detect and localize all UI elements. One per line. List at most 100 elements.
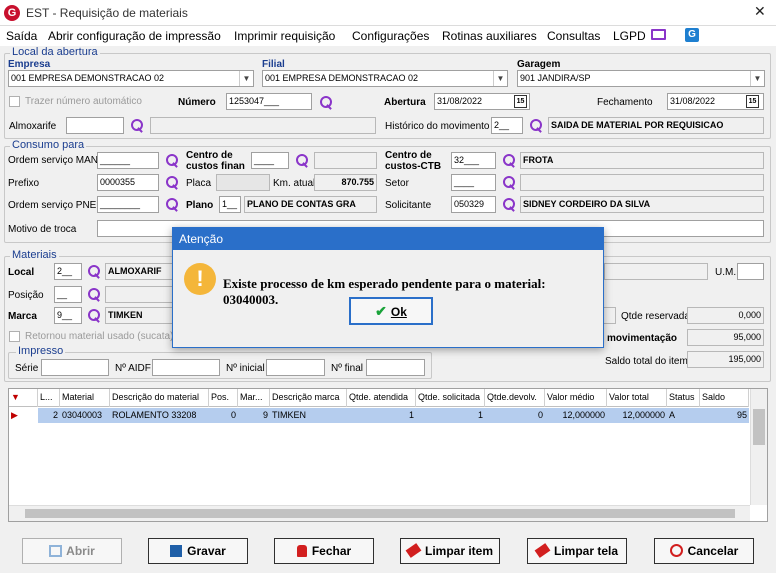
posicao-field[interactable]: __ [54,286,82,303]
os-man-field[interactable]: ______ [97,152,159,169]
numero-label: Número [178,97,216,108]
col-header[interactable]: Saldo [700,389,749,407]
vertical-scrollbar[interactable] [750,389,767,505]
col-header[interactable]: Qtde. solicitada [416,389,485,407]
inicial-field[interactable] [266,359,325,376]
almoxarife-desc [150,117,376,134]
col-header[interactable]: Descrição do material [110,389,209,407]
plano-code[interactable]: 1__ [219,196,241,213]
table-row[interactable]: ▶ 2 03040003 ROLAMENTO 33208 0 9 TIMKEN … [9,408,749,423]
setor-field[interactable]: ____ [451,174,496,191]
help-icon[interactable]: G [685,28,699,42]
title-bar: G EST - Requisição de materiais ✕ [0,0,776,26]
os-pne-label: Ordem serviço PNE [8,200,97,211]
abrir-button[interactable]: Abrir [22,538,122,564]
local-abertura-label: Local da abertura [10,46,100,58]
cc-ctb-field[interactable]: 32___ [451,152,496,169]
final-field[interactable] [366,359,425,376]
os-man-label: Ordem serviço MAN [8,155,99,166]
abertura-label: Abertura [384,97,426,108]
marca-code[interactable]: 9__ [54,307,82,324]
scroll-thumb[interactable] [753,409,765,445]
aidf-field[interactable] [152,359,220,376]
numero-field[interactable]: 1253047___ [226,93,312,110]
historico-code[interactable]: 2__ [491,117,523,134]
local-code[interactable]: 2__ [54,263,82,280]
chevron-down-icon[interactable]: ▼ [750,71,764,86]
menu-saida[interactable]: Saída [6,29,37,43]
fechar-button[interactable]: Fechar [274,538,374,564]
filial-value: 001 EMPRESA DEMONSTRACAO 02 [265,73,419,83]
dialog-title: Atenção [173,228,603,250]
os-pne-field[interactable]: ________ [97,196,159,213]
materials-table[interactable]: ▼ L... Material Descrição do material Po… [8,388,768,522]
search-icon[interactable] [165,175,179,189]
col-header[interactable]: Mar... [238,389,270,407]
search-icon[interactable] [87,287,101,301]
search-icon[interactable] [295,153,309,167]
menu-rotinas[interactable]: Rotinas auxiliares [442,29,537,43]
calendar-icon[interactable]: 15 [746,95,759,108]
menu-lgpd[interactable]: LGPD [613,29,646,43]
filial-select[interactable]: 001 EMPRESA DEMONSTRACAO 02 ▼ [262,70,508,87]
ok-button[interactable]: ✔ Ok [349,297,433,325]
limpar-item-button[interactable]: Limpar item [400,538,500,564]
search-icon[interactable] [130,118,144,132]
almoxarife-field[interactable] [66,117,124,134]
gravar-label: Gravar [187,544,226,558]
cancelar-label: Cancelar [687,544,739,558]
menu-configuracoes[interactable]: Configurações [352,29,429,43]
cell: 9 [262,410,268,420]
monitor-icon[interactable] [651,29,666,40]
search-icon[interactable] [502,197,516,211]
col-header[interactable]: Descrição marca [270,389,347,407]
cc-finan-desc [314,152,377,169]
menu-abrir-config[interactable]: Abrir configuração de impressão [48,29,221,43]
cancelar-button[interactable]: Cancelar [654,538,754,564]
serie-field[interactable] [41,359,109,376]
close-icon[interactable]: ✕ [754,3,766,20]
search-icon[interactable] [165,153,179,167]
horizontal-scrollbar[interactable] [9,505,750,521]
search-icon[interactable] [319,95,333,109]
search-icon[interactable] [502,153,516,167]
cc-finan-field[interactable]: ____ [251,152,289,169]
limpar-tela-button[interactable]: Limpar tela [527,538,627,564]
solicitante-field[interactable]: 050329 [451,196,496,213]
trazer-checkbox[interactable] [9,96,20,107]
retornou-checkbox[interactable] [9,331,20,342]
search-icon[interactable] [87,264,101,278]
cell: A [669,410,676,420]
chevron-down-icon[interactable]: ▼ [239,71,253,86]
search-icon[interactable] [87,308,101,322]
placa-label: Placa [186,178,212,189]
cell: 12,000000 [622,410,665,420]
historico-desc: SAIDA DE MATERIAL POR REQUISICAO [548,117,764,134]
gravar-button[interactable]: Gravar [148,538,248,564]
search-icon[interactable] [529,118,543,132]
garagem-select[interactable]: 901 JANDIRA/SP ▼ [517,70,765,87]
search-icon[interactable] [502,175,516,189]
col-header[interactable]: L... [38,389,60,407]
qtde-reservada-label: Qtde reservada [621,311,690,322]
table-header: ▼ L... Material Descrição do material Po… [9,389,749,407]
col-header[interactable]: Valor médio [545,389,607,407]
col-header[interactable]: Valor total [607,389,667,407]
chevron-down-icon[interactable]: ▼ [493,71,507,86]
scroll-thumb[interactable] [25,509,735,518]
col-header[interactable]: Status [667,389,700,407]
menu-imprimir[interactable]: Imprimir requisição [234,29,335,43]
sort-icon[interactable]: ▼ [9,389,38,407]
menu-consultas[interactable]: Consultas [547,29,600,43]
materiais-label: Materiais [10,249,59,261]
col-header[interactable]: Qtde. atendida [347,389,416,407]
attention-dialog: Atenção ! Existe processo de km esperado… [172,227,604,348]
empresa-select[interactable]: 001 EMPRESA DEMONSTRACAO 02 ▼ [8,70,254,87]
calendar-icon[interactable]: 15 [514,95,527,108]
col-header[interactable]: Pos. [209,389,238,407]
col-header[interactable]: Qtde.devolv. [485,389,545,407]
search-icon[interactable] [165,197,179,211]
prefixo-field[interactable]: 0000355 [97,174,159,191]
um-field[interactable] [737,263,764,280]
col-header[interactable]: Material [60,389,110,407]
